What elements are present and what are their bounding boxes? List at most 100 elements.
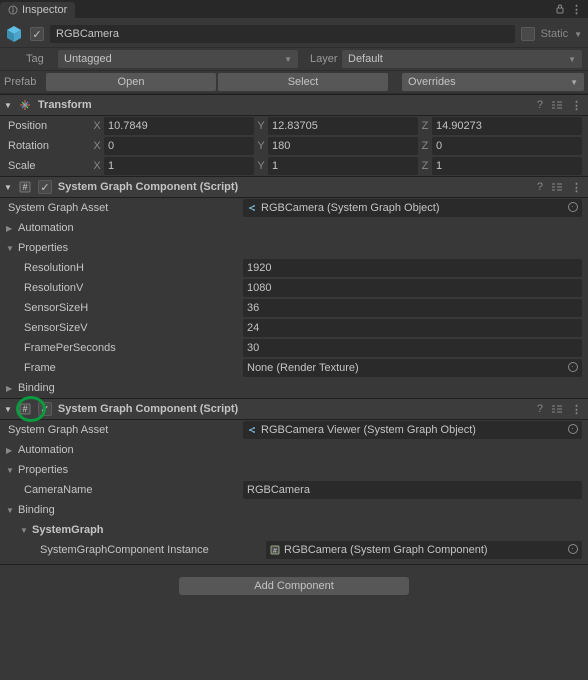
- rotation-z-input[interactable]: [432, 137, 582, 155]
- script-icon: #: [270, 545, 280, 555]
- svg-text:#: #: [22, 404, 27, 414]
- sgc1-binding-foldout[interactable]: ▶ Binding: [0, 378, 588, 398]
- foldout-arrow-icon: ▼: [4, 405, 12, 414]
- scale-z-input[interactable]: [432, 157, 582, 175]
- sgc-instance-value: RGBCamera (System Graph Component): [284, 544, 488, 556]
- scale-y-input[interactable]: [268, 157, 418, 175]
- sgc2-automation-foldout[interactable]: ▶ Automation: [0, 440, 588, 460]
- foldout-arrow-icon: ▼: [6, 466, 14, 475]
- cameraname-label: CameraName: [6, 484, 243, 496]
- object-picker-icon[interactable]: [568, 424, 578, 434]
- resolutionv-input[interactable]: [243, 279, 582, 297]
- object-picker-icon[interactable]: [568, 362, 578, 372]
- sgc1-title: System Graph Component (Script): [58, 181, 531, 193]
- transform-header[interactable]: ▼ Transform ? ⋮: [0, 94, 588, 116]
- tag-layer-row: Tag Untagged ▼ Layer Default ▼: [0, 48, 588, 71]
- chevron-down-icon: ▼: [570, 78, 578, 87]
- position-label: Position: [6, 120, 92, 132]
- chevron-down-icon: ▼: [568, 55, 576, 64]
- sgc2-asset-field[interactable]: RGBCamera Viewer (System Graph Object): [243, 421, 582, 439]
- foldout-arrow-icon: ▼: [6, 244, 14, 253]
- position-row: Position X Y Z: [0, 116, 588, 136]
- tab-label: Inspector: [22, 4, 67, 16]
- menu-icon[interactable]: ⋮: [571, 3, 582, 16]
- gameobject-icon[interactable]: [4, 24, 24, 44]
- menu-icon[interactable]: ⋮: [571, 181, 582, 194]
- object-picker-icon[interactable]: [568, 544, 578, 554]
- sgc1-properties-foldout[interactable]: ▼ Properties: [0, 238, 588, 258]
- script-icon: #: [18, 402, 32, 416]
- sgc2-asset-row: System Graph Asset RGBCamera Viewer (Sys…: [0, 420, 588, 440]
- help-icon[interactable]: ?: [537, 403, 543, 415]
- sgc1-asset-value: RGBCamera (System Graph Object): [261, 202, 440, 214]
- frame-field[interactable]: None (Render Texture): [243, 359, 582, 377]
- sensorsizev-label: SensorSizeV: [6, 322, 243, 334]
- scale-x-input[interactable]: [104, 157, 254, 175]
- lock-icon[interactable]: [555, 4, 565, 14]
- resolutionv-label: ResolutionV: [6, 282, 243, 294]
- preset-icon[interactable]: [551, 182, 563, 192]
- rotation-x-input[interactable]: [104, 137, 254, 155]
- chevron-down-icon: ▼: [284, 55, 292, 64]
- scale-row: Scale X Y Z: [0, 156, 588, 176]
- asset-icon: [247, 203, 257, 213]
- rotation-label: Rotation: [6, 140, 92, 152]
- sgc1-asset-row: System Graph Asset RGBCamera (System Gra…: [0, 198, 588, 218]
- foldout-arrow-icon: ▼: [20, 526, 28, 535]
- info-icon: [8, 5, 18, 15]
- sgc2-header[interactable]: ▼ # System Graph Component (Script) ? ⋮: [0, 398, 588, 420]
- svg-text:#: #: [273, 548, 277, 555]
- sgc2-asset-label: System Graph Asset: [6, 424, 243, 436]
- sgc1-automation-foldout[interactable]: ▶ Automation: [0, 218, 588, 238]
- cameraname-input[interactable]: [243, 481, 582, 499]
- layer-label: Layer: [302, 53, 338, 65]
- rotation-y-input[interactable]: [268, 137, 418, 155]
- menu-icon[interactable]: ⋮: [571, 99, 582, 112]
- sgc1-header[interactable]: ▼ # System Graph Component (Script) ? ⋮: [0, 176, 588, 198]
- layer-dropdown[interactable]: Default ▼: [342, 50, 582, 68]
- gameobject-enabled-checkbox[interactable]: [30, 27, 44, 41]
- framepersec-input[interactable]: [243, 339, 582, 357]
- tag-label: Tag: [26, 53, 54, 65]
- static-checkbox[interactable]: [521, 27, 535, 41]
- static-dropdown-arrow[interactable]: ▼: [574, 30, 582, 39]
- sgc1-enabled-checkbox[interactable]: [38, 180, 52, 194]
- tag-dropdown[interactable]: Untagged ▼: [58, 50, 298, 68]
- scale-label: Scale: [6, 160, 92, 172]
- preset-icon[interactable]: [551, 404, 563, 414]
- sgc1-asset-label: System Graph Asset: [6, 202, 243, 214]
- prefab-label: Prefab: [4, 76, 44, 88]
- prefab-open-button[interactable]: Open: [46, 73, 216, 91]
- menu-icon[interactable]: ⋮: [571, 403, 582, 416]
- sgc-instance-field[interactable]: # RGBCamera (System Graph Component): [266, 541, 582, 559]
- svg-text:#: #: [22, 182, 27, 192]
- sensorsizeh-label: SensorSizeH: [6, 302, 243, 314]
- add-component-button[interactable]: Add Component: [179, 577, 409, 595]
- sgc2-enabled-checkbox[interactable]: [38, 402, 52, 416]
- resolutionh-input[interactable]: [243, 259, 582, 277]
- transform-title: Transform: [38, 99, 531, 111]
- sgc1-asset-field[interactable]: RGBCamera (System Graph Object): [243, 199, 582, 217]
- gameobject-name-input[interactable]: [50, 25, 515, 43]
- preset-icon[interactable]: [551, 100, 563, 110]
- help-icon[interactable]: ?: [537, 99, 543, 111]
- sgc2-binding-foldout[interactable]: ▼ Binding: [0, 500, 588, 520]
- sensorsizev-input[interactable]: [243, 319, 582, 337]
- object-picker-icon[interactable]: [568, 202, 578, 212]
- sensorsizeh-input[interactable]: [243, 299, 582, 317]
- frame-value: None (Render Texture): [247, 362, 359, 374]
- help-icon[interactable]: ?: [537, 181, 543, 193]
- gameobject-header: Static ▼: [0, 18, 588, 48]
- prefab-overrides-dropdown[interactable]: Overrides ▼: [402, 73, 584, 91]
- prefab-row: Prefab Open Select Overrides ▼: [0, 71, 588, 94]
- prefab-select-button[interactable]: Select: [218, 73, 388, 91]
- position-y-input[interactable]: [268, 117, 418, 135]
- position-x-input[interactable]: [104, 117, 254, 135]
- position-z-input[interactable]: [432, 117, 582, 135]
- foldout-arrow-icon: ▶: [6, 384, 14, 393]
- sgc2-properties-foldout[interactable]: ▼ Properties: [0, 460, 588, 480]
- inspector-tab[interactable]: Inspector: [0, 2, 75, 18]
- foldout-arrow-icon: ▶: [6, 224, 14, 233]
- sgc2-systemgraph-foldout[interactable]: ▼ SystemGraph: [0, 520, 588, 540]
- foldout-arrow-icon: ▶: [6, 446, 14, 455]
